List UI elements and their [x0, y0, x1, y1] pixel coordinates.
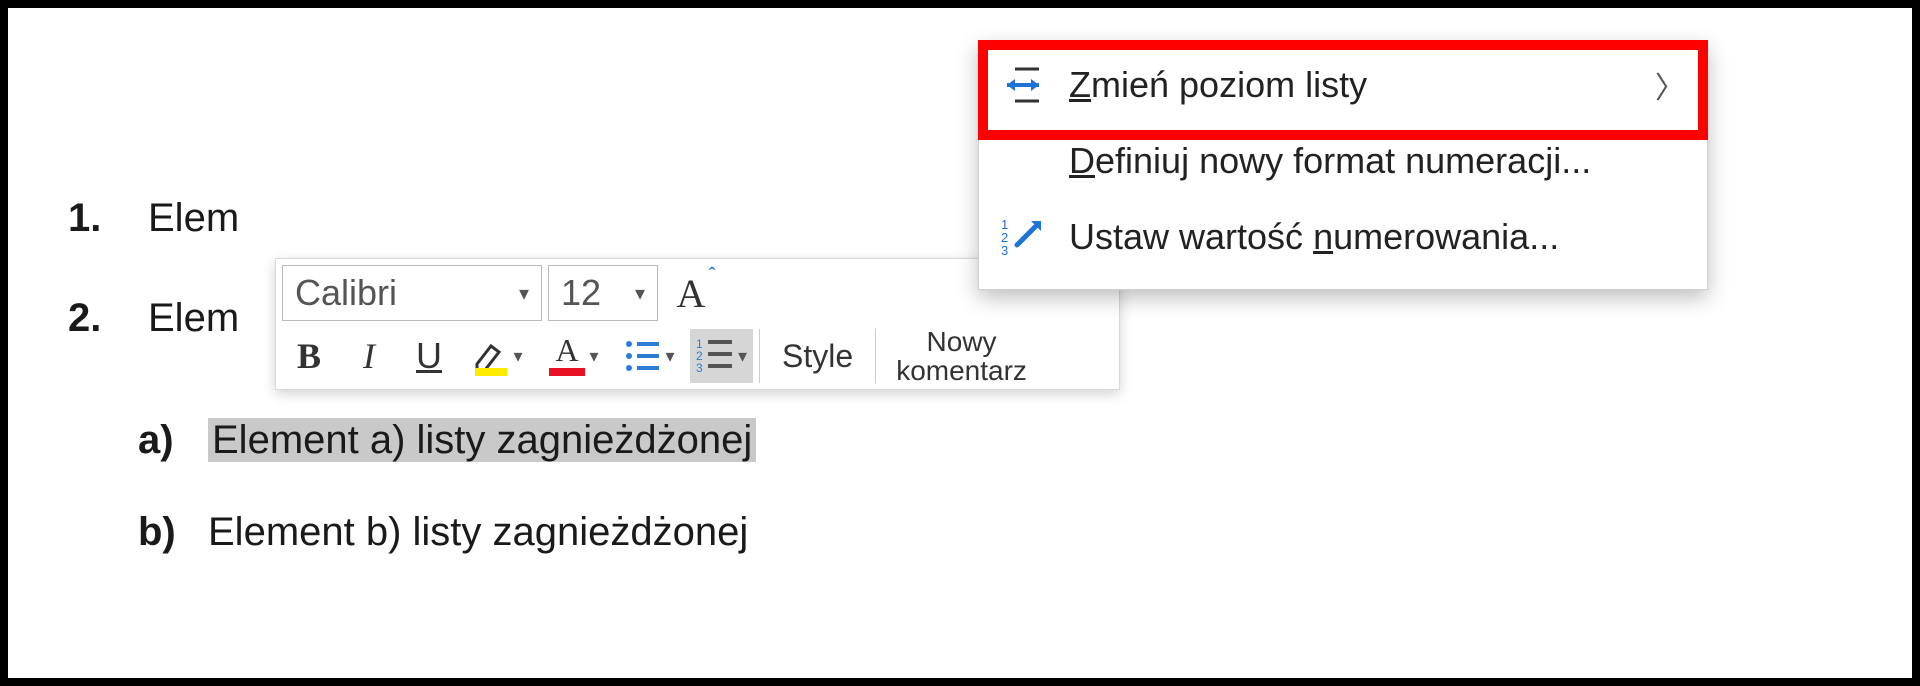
menu-item-set-numbering-value[interactable]: 1 2 3 Ustaw wartość numerowania... [979, 199, 1707, 275]
menu-item-define-new-number-format[interactable]: Definiuj nowy format numeracji... [979, 123, 1707, 199]
chevron-down-icon: ▾ [635, 281, 645, 306]
svg-text:3: 3 [1001, 243, 1008, 258]
numbered-list-button[interactable]: 1 2 3 ▾ [690, 329, 753, 383]
list-text: Elem [148, 198, 239, 238]
grow-font-icon: Aˆ [677, 270, 706, 317]
highlight-color-button[interactable]: ▾ [462, 329, 532, 383]
blank-icon [1001, 139, 1045, 183]
italic-button[interactable]: I [342, 329, 396, 383]
font-name-selector[interactable]: Calibri ▾ [282, 265, 542, 321]
set-numbering-value-icon: 1 2 3 [1001, 215, 1045, 259]
list-text-selected: Element a) listy zagnieżdżonej [208, 418, 756, 462]
numbered-list-icon: 1 2 3 [696, 336, 736, 376]
list-item-1[interactable]: 1. Elem [68, 198, 756, 238]
chevron-right-icon: 〉 [1655, 63, 1685, 107]
italic-icon: I [363, 335, 375, 377]
menu-label: Zmień poziom listy [1069, 64, 1631, 106]
nested-list-item-a[interactable]: a) Element a) listy zagnieżdżonej [138, 418, 756, 462]
list-marker: 2. [68, 298, 148, 338]
highlight-icon [471, 336, 511, 376]
font-size-value: 12 [561, 272, 601, 314]
list-text: Elem [148, 298, 239, 338]
menu-item-change-list-level[interactable]: Zmień poziom listy 〉 [979, 47, 1707, 123]
grow-font-button[interactable]: Aˆ [664, 266, 718, 320]
chevron-down-icon: ▾ [519, 281, 529, 306]
nested-list-item-b[interactable]: b) Element b) listy zagnieżdżonej [138, 512, 756, 552]
menu-label: Definiuj nowy format numeracji... [1069, 140, 1685, 182]
new-comment-button[interactable]: Nowy komentarz [882, 329, 1041, 383]
svg-text:3: 3 [696, 361, 703, 375]
styles-label: Style [782, 338, 853, 375]
bold-button[interactable]: B [282, 329, 336, 383]
underline-button[interactable]: U [402, 329, 456, 383]
font-size-selector[interactable]: 12 ▾ [548, 265, 658, 321]
list-marker: a) [138, 420, 208, 460]
bold-icon: B [297, 335, 321, 377]
new-comment-line2: komentarz [896, 356, 1027, 385]
separator [759, 329, 760, 383]
font-name-value: Calibri [295, 272, 397, 314]
styles-button[interactable]: Style [766, 329, 869, 383]
list-marker: b) [138, 512, 208, 552]
list-text: Element b) listy zagnieżdżonej [208, 512, 748, 552]
font-color-icon: A [547, 336, 587, 376]
bullets-icon [623, 336, 663, 376]
menu-label: Ustaw wartość numerowania... [1069, 216, 1685, 258]
underline-icon: U [416, 335, 442, 377]
chevron-down-icon: ▾ [665, 346, 674, 367]
chevron-down-icon: ▾ [738, 346, 747, 367]
chevron-down-icon: ▾ [589, 346, 598, 367]
change-list-level-icon [1001, 63, 1045, 107]
list-marker: 1. [68, 198, 148, 238]
numbering-context-menu: Zmień poziom listy 〉 Definiuj nowy forma… [978, 40, 1708, 290]
new-comment-line1: Nowy [927, 327, 997, 356]
chevron-down-icon: ▾ [513, 346, 522, 367]
separator [875, 329, 876, 383]
bullet-list-button[interactable]: ▾ [614, 329, 684, 383]
font-color-button[interactable]: A ▾ [538, 329, 608, 383]
